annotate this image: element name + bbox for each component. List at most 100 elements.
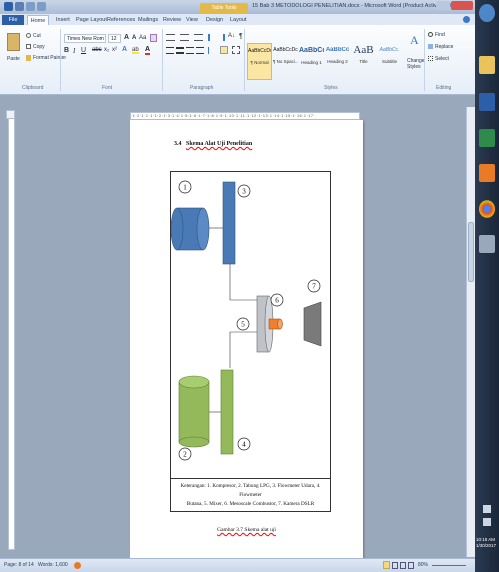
paste-button[interactable]: Paste — [7, 56, 20, 62]
tab-page-layout[interactable]: Page Layout — [76, 15, 107, 25]
redo-icon[interactable] — [37, 2, 46, 11]
volume-icon[interactable] — [483, 518, 491, 526]
divider — [162, 29, 163, 91]
superscript-icon[interactable]: x² — [112, 47, 117, 53]
minimize-button[interactable] — [436, 1, 450, 10]
tab-review[interactable]: Review — [163, 15, 181, 25]
copy-button[interactable]: Copy — [33, 44, 45, 50]
quick-access-toolbar — [4, 2, 46, 12]
proofing-icon[interactable] — [74, 562, 81, 569]
subscript-icon[interactable]: x₂ — [104, 47, 109, 53]
file-explorer-icon[interactable] — [479, 56, 495, 74]
borders-icon[interactable] — [232, 46, 240, 54]
network-icon[interactable] — [483, 505, 491, 513]
shading-icon[interactable] — [220, 46, 228, 54]
vertical-ruler[interactable] — [8, 118, 15, 550]
font-size-combo[interactable]: 12 — [108, 34, 121, 43]
bullets-icon[interactable] — [166, 34, 175, 41]
style-no-spacing[interactable]: AaBbCcDc ¶ No Spaci... — [273, 43, 298, 80]
style-heading-1[interactable]: AaBbCc Heading 1 — [299, 43, 324, 80]
vertical-scrollbar[interactable] — [466, 107, 475, 557]
word-app-icon[interactable] — [4, 2, 13, 11]
font-name-combo[interactable]: Times New Rom — [64, 34, 106, 43]
increase-indent-icon[interactable] — [218, 34, 225, 41]
svg-text:5: 5 — [241, 321, 245, 329]
text-effects-icon[interactable]: A — [122, 46, 127, 53]
scrollbar-thumb[interactable] — [468, 222, 474, 282]
system-clock[interactable]: 10:18 AM 1/30/2017 — [476, 537, 496, 549]
underline-icon[interactable]: U — [81, 47, 86, 54]
tab-design[interactable]: Design — [206, 15, 223, 25]
tab-home[interactable]: Home — [27, 15, 49, 25]
chrome-icon[interactable] — [479, 200, 495, 218]
multilevel-list-icon[interactable] — [194, 34, 203, 41]
style-normal[interactable]: AaBbCcDc ¶ Normal — [247, 43, 272, 80]
cut-icon[interactable] — [26, 33, 31, 38]
shrink-font-icon[interactable]: A — [132, 35, 136, 41]
tab-references[interactable]: References — [107, 15, 135, 25]
show-formatting-icon[interactable]: ¶ — [239, 33, 243, 40]
page-count[interactable]: Page: 8 of 14 — [4, 562, 34, 568]
figure-frame[interactable]: 1 3 5 6 7 2 4 — [170, 171, 331, 479]
word-count[interactable]: Words: 1,600 — [38, 562, 68, 568]
change-styles-icon[interactable]: A — [410, 33, 419, 48]
select-icon[interactable] — [428, 56, 433, 61]
cut-button[interactable]: Cut — [33, 33, 41, 39]
find-icon[interactable] — [428, 32, 433, 37]
word-taskbar-icon[interactable] — [479, 93, 495, 111]
tab-insert[interactable]: Insert — [56, 15, 70, 25]
legend-line-2: Butana, 5. Mixer, 6. Mesoscale Combustor… — [186, 501, 315, 507]
close-button[interactable] — [451, 1, 473, 10]
font-color-icon[interactable]: A — [145, 46, 151, 55]
tab-view[interactable]: View — [186, 15, 198, 25]
style-name: Subtitle — [381, 59, 397, 64]
tab-layout[interactable]: Layout — [230, 15, 247, 25]
print-layout-view-icon[interactable] — [383, 561, 390, 569]
format-painter-icon[interactable] — [26, 55, 31, 61]
horizontal-ruler[interactable]: ·1·2·1·1·1·1·2·1·3·1·4·1·5·1·6·1·7·1·8·1… — [130, 112, 360, 120]
replace-button[interactable]: Replace — [435, 44, 453, 50]
undo-icon[interactable] — [26, 2, 35, 11]
tab-file[interactable]: File — [2, 15, 24, 25]
decrease-indent-icon[interactable] — [208, 34, 215, 41]
copy-icon[interactable] — [26, 44, 31, 49]
grow-font-icon[interactable]: A — [124, 34, 129, 41]
clear-formatting-icon[interactable] — [150, 34, 157, 42]
line-spacing-icon[interactable] — [208, 47, 216, 54]
style-name: ¶ Normal — [250, 60, 269, 65]
replace-icon[interactable] — [428, 44, 433, 49]
start-orb-icon[interactable] — [479, 4, 495, 22]
format-painter-button[interactable]: Format Painter — [33, 55, 66, 61]
align-center-icon[interactable] — [176, 47, 184, 54]
web-layout-view-icon[interactable] — [400, 562, 406, 569]
excel-taskbar-icon[interactable] — [479, 129, 495, 147]
style-title[interactable]: AaB Title — [351, 43, 376, 80]
zoom-level[interactable]: 80% — [418, 562, 428, 568]
style-heading-2[interactable]: AaBbCc Heading 2 — [325, 43, 350, 80]
outline-view-icon[interactable] — [408, 562, 414, 569]
divider — [424, 29, 425, 91]
bold-icon[interactable]: B — [64, 47, 69, 54]
paste-icon[interactable] — [7, 33, 20, 51]
zoom-slider[interactable] — [432, 565, 466, 566]
sort-icon[interactable]: A↓ — [228, 33, 235, 39]
style-subtitle[interactable]: AaBbCc. Subtitle — [377, 43, 402, 80]
highlight-icon[interactable]: ab — [132, 47, 139, 54]
justify-icon[interactable] — [196, 47, 204, 54]
numbering-icon[interactable] — [180, 34, 189, 41]
italic-icon[interactable]: I — [73, 47, 75, 55]
help-icon[interactable] — [463, 16, 470, 23]
tab-mailings[interactable]: Mailings — [138, 15, 158, 25]
document-page[interactable]: 3.4 Skema Alat Uji Penelitian 1 3 5 6 7 … — [130, 120, 363, 560]
strikethrough-icon[interactable]: abc — [92, 47, 102, 53]
media-player-icon[interactable] — [479, 164, 495, 182]
change-case-icon[interactable]: Aa — [139, 35, 146, 41]
select-button[interactable]: Select — [435, 56, 449, 62]
align-left-icon[interactable] — [166, 47, 174, 54]
full-screen-view-icon[interactable] — [392, 562, 398, 569]
app-taskbar-icon[interactable] — [479, 235, 495, 253]
change-styles-button[interactable]: Change Styles — [407, 58, 425, 70]
align-right-icon[interactable] — [186, 47, 194, 54]
find-button[interactable]: Find — [435, 32, 445, 38]
save-icon[interactable] — [15, 2, 24, 11]
